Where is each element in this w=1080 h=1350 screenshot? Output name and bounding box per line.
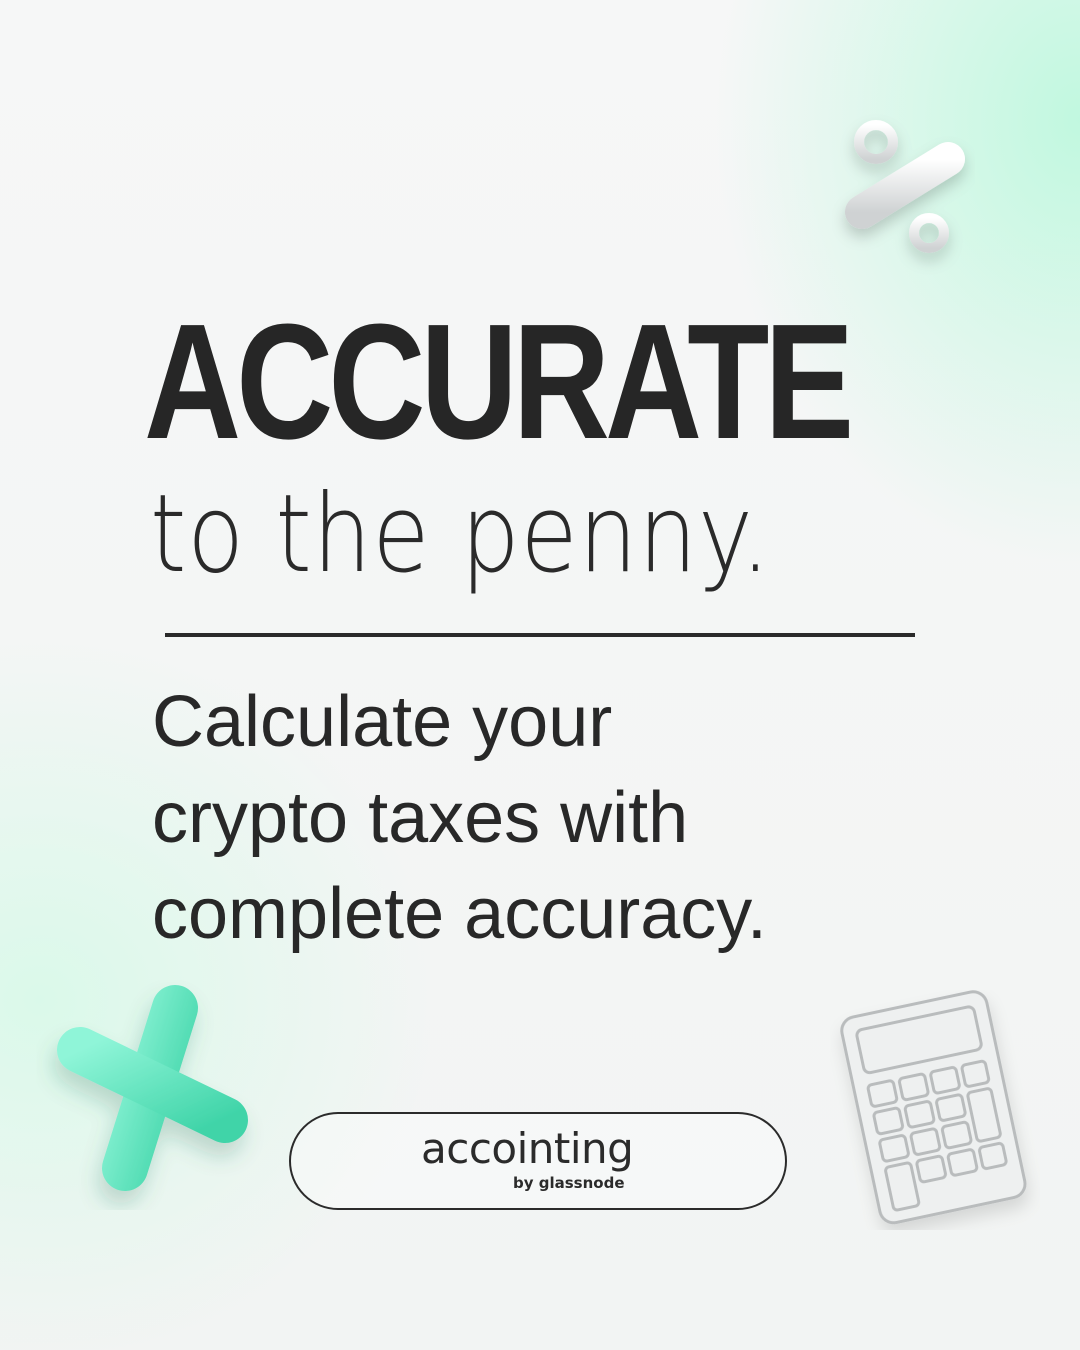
body-line: complete accuracy. [152, 874, 767, 954]
calculator-icon [840, 990, 1027, 1225]
body-line: crypto taxes with [152, 778, 689, 858]
subheadline: to the penny. [150, 472, 771, 597]
brand-logo-button[interactable]: accointing by glassnode [289, 1112, 787, 1210]
divider-line [165, 633, 915, 637]
body-line: Calculate your [152, 682, 613, 762]
body-text: Calculate your crypto taxes with complet… [152, 674, 932, 962]
percent-icon [845, 120, 965, 253]
plus-icon [57, 985, 248, 1191]
logo-tagline: by glassnode [513, 1174, 625, 1192]
logo-wordmark: accointing [421, 1124, 634, 1173]
headline: ACCURATE [144, 290, 854, 473]
